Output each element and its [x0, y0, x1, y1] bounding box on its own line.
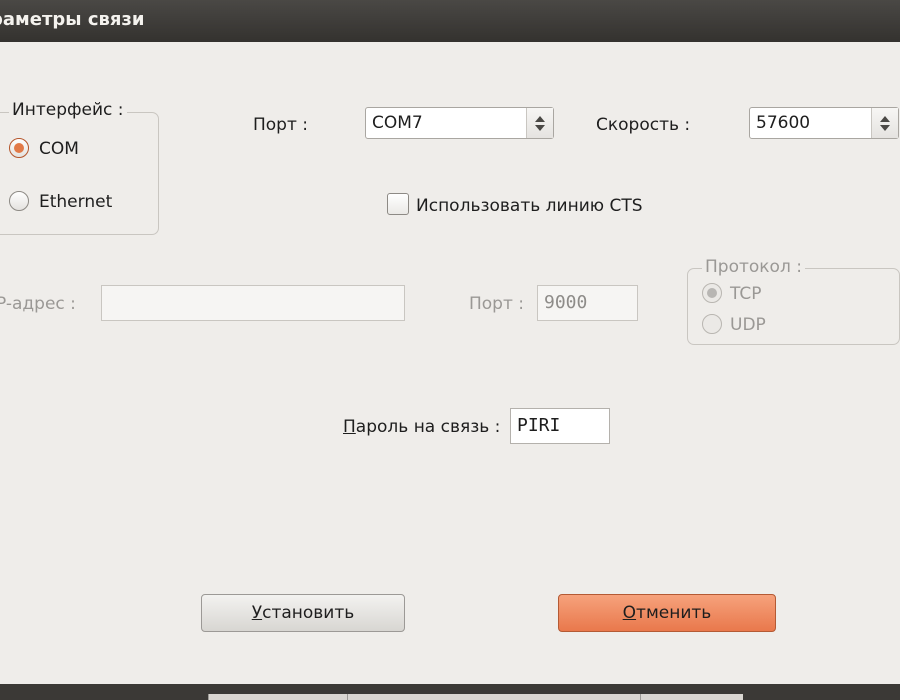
net-port-field[interactable]: 9000: [537, 285, 638, 321]
spin-up-icon[interactable]: [535, 116, 545, 122]
ip-address-label: P-адрес :: [0, 294, 76, 314]
cancel-button[interactable]: Отменить: [558, 594, 776, 632]
net-port-label: Порт :: [469, 294, 525, 314]
com-radio-label[interactable]: COM: [39, 139, 79, 159]
com-radio[interactable]: [9, 138, 29, 158]
interface-legend: Интерфейс :: [9, 100, 127, 120]
speed-value: 57600: [756, 113, 811, 133]
tcp-radio[interactable]: [702, 283, 722, 303]
speed-label: Скорость :: [596, 115, 691, 135]
port-spin-arrows[interactable]: [526, 108, 553, 138]
cts-checkbox[interactable]: [387, 193, 409, 215]
spin-down-icon[interactable]: [880, 125, 890, 131]
port-spinbox[interactable]: COM7: [365, 107, 554, 139]
ethernet-radio[interactable]: [9, 191, 29, 211]
speed-spinbox[interactable]: 57600: [749, 107, 899, 139]
interface-groupbox: [0, 112, 159, 235]
set-button-label: Установить: [251, 603, 355, 623]
bottom-taskbar: [0, 684, 900, 700]
port-label: Порт :: [253, 115, 309, 135]
taskbar-segment: [208, 694, 347, 700]
taskbar-segment: [640, 694, 743, 700]
password-label: Пароль на связь :: [343, 417, 501, 437]
udp-radio-label[interactable]: UDP: [730, 315, 766, 335]
udp-radio[interactable]: [702, 314, 722, 334]
radio-selected-dot: [14, 143, 24, 153]
spin-up-icon[interactable]: [880, 116, 890, 122]
window-title: раметры связи: [0, 9, 145, 30]
radio-selected-dot: [707, 288, 717, 298]
port-value: COM7: [372, 113, 423, 133]
ip-address-field[interactable]: [101, 285, 405, 321]
net-port-value: 9000: [544, 292, 588, 313]
protocol-groupbox: [687, 268, 900, 345]
speed-spin-arrows[interactable]: [871, 108, 898, 138]
title-bar[interactable]: раметры связи: [0, 0, 900, 42]
taskbar-segment: [347, 694, 640, 700]
protocol-legend: Протокол :: [702, 257, 805, 277]
set-button[interactable]: Установить: [201, 594, 405, 632]
password-field[interactable]: PIRI: [510, 408, 610, 444]
password-value: PIRI: [517, 415, 561, 436]
spin-down-icon[interactable]: [535, 125, 545, 131]
cancel-button-label: Отменить: [622, 603, 712, 623]
tcp-radio-label[interactable]: TCP: [730, 284, 762, 304]
ethernet-radio-label[interactable]: Ethernet: [39, 192, 112, 212]
cts-checkbox-label[interactable]: Использовать линию CTS: [416, 196, 643, 216]
